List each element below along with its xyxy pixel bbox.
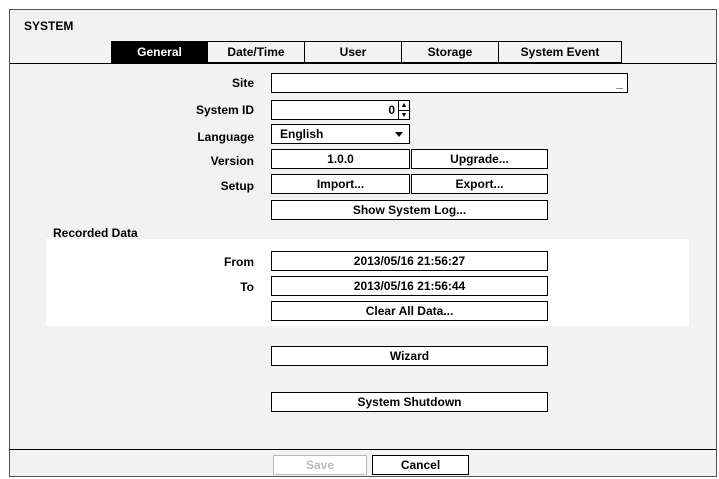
to-value: 2013/05/16 21:56:44 bbox=[271, 276, 548, 296]
system-id-label: System ID bbox=[195, 103, 254, 117]
stepper-arrows[interactable]: ▲ ▼ bbox=[398, 101, 409, 119]
tab-date-time[interactable]: Date/Time bbox=[208, 41, 305, 63]
tab-system-event[interactable]: System Event bbox=[499, 41, 622, 63]
version-value: 1.0.0 bbox=[271, 149, 410, 169]
clear-all-data-button[interactable]: Clear All Data... bbox=[271, 301, 548, 321]
setup-label: Setup bbox=[220, 179, 254, 193]
text-cursor: _ bbox=[616, 76, 623, 90]
show-system-log-button[interactable]: Show System Log... bbox=[271, 200, 548, 220]
tab-user[interactable]: User bbox=[305, 41, 402, 63]
wizard-button[interactable]: Wizard bbox=[271, 346, 548, 366]
export-button[interactable]: Export... bbox=[411, 174, 548, 194]
site-input[interactable]: _ bbox=[271, 73, 628, 93]
tab-general[interactable]: General bbox=[111, 41, 208, 63]
import-button[interactable]: Import... bbox=[271, 174, 410, 194]
dialog-title: SYSTEM bbox=[24, 19, 74, 33]
from-value: 2013/05/16 21:56:27 bbox=[271, 251, 548, 271]
version-label: Version bbox=[210, 154, 254, 168]
save-button[interactable]: Save bbox=[273, 455, 367, 475]
upgrade-button[interactable]: Upgrade... bbox=[411, 149, 548, 169]
from-label: From bbox=[224, 255, 254, 269]
recorded-data-heading: Recorded Data bbox=[53, 226, 138, 240]
tab-bar: General Date/Time User Storage System Ev… bbox=[111, 41, 622, 63]
language-label: Language bbox=[197, 130, 254, 144]
cancel-button[interactable]: Cancel bbox=[372, 455, 469, 475]
tab-storage[interactable]: Storage bbox=[402, 41, 499, 63]
system-id-stepper[interactable]: 0 ▲ ▼ bbox=[271, 100, 410, 120]
system-shutdown-button[interactable]: System Shutdown bbox=[271, 392, 548, 412]
chevron-down-icon bbox=[395, 132, 403, 137]
stepper-up-icon[interactable]: ▲ bbox=[399, 101, 409, 111]
system-id-value: 0 bbox=[388, 103, 395, 117]
language-select[interactable]: English bbox=[271, 124, 410, 144]
language-value: English bbox=[280, 127, 324, 141]
site-label: Site bbox=[231, 76, 254, 90]
stepper-down-icon[interactable]: ▼ bbox=[399, 111, 409, 120]
to-label: To bbox=[240, 280, 254, 294]
